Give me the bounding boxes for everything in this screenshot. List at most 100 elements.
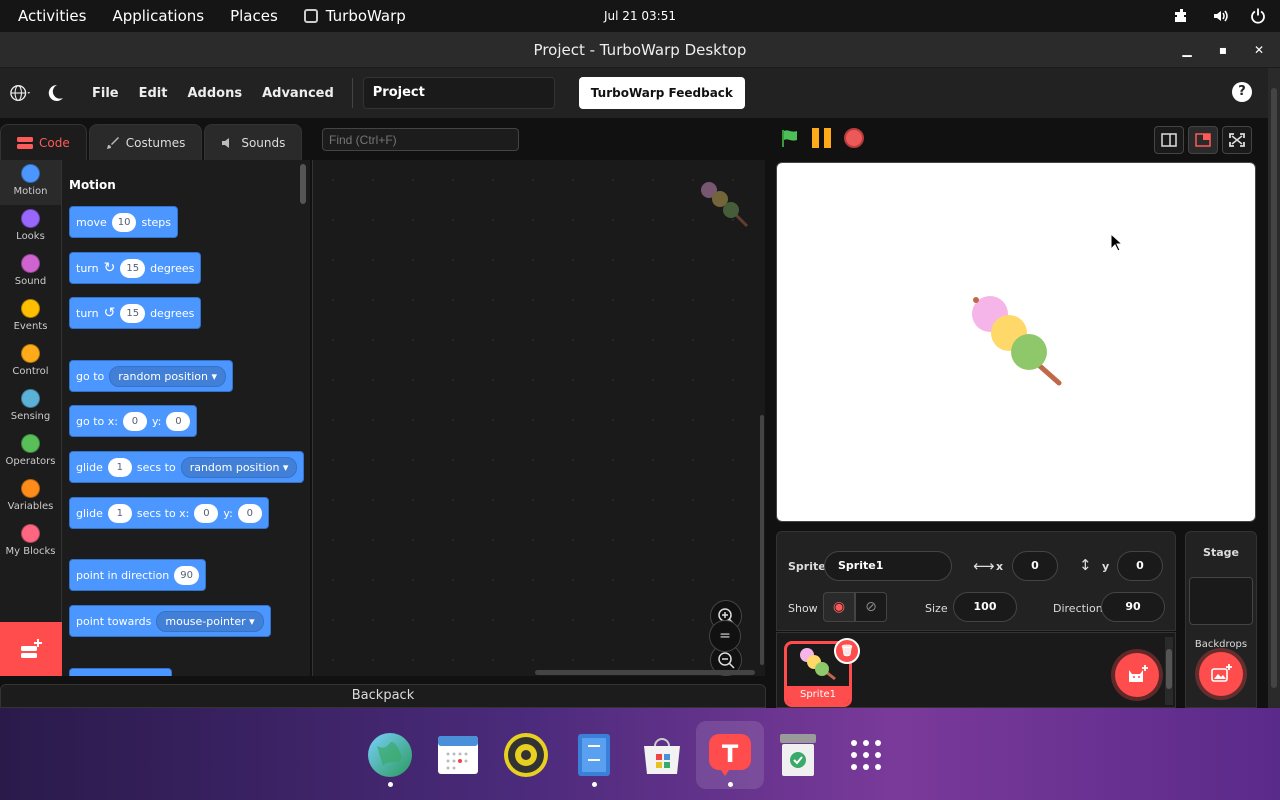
category-my-blocks[interactable]: My Blocks <box>0 520 61 565</box>
y-input[interactable]: 0 <box>166 411 191 431</box>
category-sound[interactable]: Sound <box>0 250 61 295</box>
add-extension-button[interactable] <box>0 622 62 676</box>
direction-input[interactable]: 90 <box>1101 592 1165 622</box>
go-to-block[interactable]: go to random position ▾ <box>69 360 234 392</box>
window-scrollbar[interactable] <box>1268 68 1280 708</box>
fullscreen-icon[interactable] <box>1222 126 1252 154</box>
size-input[interactable]: 100 <box>953 592 1017 622</box>
x-input[interactable]: 0 <box>122 411 147 431</box>
tab-code[interactable]: Code <box>0 124 87 160</box>
dango-sprite[interactable] <box>969 295 1065 391</box>
stage-panel[interactable]: Stage Backdrops <box>1185 531 1257 708</box>
pause-icon[interactable] <box>812 128 832 148</box>
workspace-vertical-scrollbar[interactable] <box>760 415 764 665</box>
small-stage-icon[interactable] <box>1154 126 1184 154</box>
addons-menu[interactable]: Addons <box>177 86 252 101</box>
turn-right-block[interactable]: turn ↻ 15 degrees <box>69 252 202 284</box>
x-input[interactable]: 0 <box>194 503 219 523</box>
activities-button[interactable]: Activities <box>0 0 99 32</box>
category-looks[interactable]: Looks <box>0 205 61 250</box>
x-input[interactable]: 0 <box>1012 551 1058 581</box>
sprite-name-input[interactable]: Sprite1 <box>824 551 952 581</box>
browser-globe-icon <box>368 733 412 777</box>
delete-sprite-icon[interactable]: 🗑 <box>834 638 860 664</box>
category-sensing[interactable]: Sensing <box>0 385 61 430</box>
palette-scrollbar[interactable] <box>300 164 306 204</box>
secs-input[interactable]: 1 <box>107 457 132 477</box>
close-window-button[interactable]: ✕ <box>1252 43 1266 57</box>
dock-music[interactable] <box>492 721 560 789</box>
maximize-button[interactable]: ▪ <box>1216 43 1230 57</box>
show-hidden-icon[interactable]: ⊘ <box>855 592 887 622</box>
category-variables[interactable]: Variables <box>0 475 61 520</box>
towards-dropdown[interactable]: mouse-pointer ▾ <box>156 610 264 632</box>
next-block-partial[interactable] <box>69 668 172 676</box>
help-button[interactable]: ? <box>1232 82 1252 102</box>
glide-dropdown[interactable]: random position ▾ <box>180 456 298 478</box>
degrees-input[interactable]: 15 <box>120 303 146 323</box>
turn-left-block[interactable]: turn ↺ 15 degrees <box>69 297 202 329</box>
dock-files[interactable] <box>560 721 628 789</box>
point-towards-block[interactable]: point towards mouse-pointer ▾ <box>69 605 271 637</box>
show-visible-icon[interactable]: ◉ <box>823 592 855 622</box>
category-operators[interactable]: Operators <box>0 430 61 475</box>
go-to-xy-block[interactable]: go to x: 0 y: 0 <box>69 405 198 437</box>
scrollbar-thumb[interactable] <box>1271 88 1277 688</box>
project-title-input[interactable]: Project <box>362 77 555 109</box>
category-color-dot <box>21 254 40 273</box>
sprite-list-scrollbar[interactable] <box>1165 637 1173 705</box>
stop-icon[interactable] <box>844 128 864 148</box>
backdrops-label: Backdrops <box>1194 639 1248 650</box>
tab-costumes[interactable]: Costumes <box>88 124 203 160</box>
places-menu[interactable]: Places <box>217 0 291 32</box>
file-menu[interactable]: File <box>82 86 129 101</box>
normal-stage-icon[interactable] <box>1188 126 1218 154</box>
window-title: Project - TurboWarp Desktop <box>533 41 747 59</box>
category-events[interactable]: Events <box>0 295 61 340</box>
script-workspace[interactable] <box>312 160 765 676</box>
dock-trash[interactable] <box>764 721 832 789</box>
stage-canvas[interactable] <box>776 162 1256 522</box>
green-flag-icon[interactable] <box>780 128 800 148</box>
zoom-reset-button[interactable]: = <box>709 620 741 652</box>
language-globe-icon[interactable] <box>10 82 32 104</box>
degrees-input[interactable]: 15 <box>120 258 146 278</box>
tab-sounds[interactable]: Sounds <box>204 124 303 160</box>
category-motion[interactable]: Motion <box>0 160 61 205</box>
clock[interactable]: Jul 21 03:51 <box>604 9 676 23</box>
glide-block[interactable]: glide 1 secs to random position ▾ <box>69 451 305 483</box>
direction-input[interactable]: 90 <box>174 565 200 585</box>
secs-input[interactable]: 1 <box>107 503 132 523</box>
minimize-button[interactable]: ▁ <box>1180 43 1194 57</box>
steps-input[interactable]: 10 <box>111 212 137 232</box>
backpack-bar[interactable]: Backpack <box>0 684 766 708</box>
extensions-icon[interactable] <box>1174 8 1190 24</box>
y-input[interactable]: 0 <box>1117 551 1163 581</box>
app-menu[interactable]: TurboWarp <box>291 0 419 32</box>
theme-moon-icon[interactable] <box>48 83 68 103</box>
edit-menu[interactable]: Edit <box>129 86 178 101</box>
dock-software[interactable] <box>628 721 696 789</box>
dock-app-grid[interactable] <box>832 721 900 789</box>
power-icon[interactable] <box>1250 8 1266 24</box>
feedback-button[interactable]: TurboWarp Feedback <box>578 77 745 109</box>
stage-thumbnail[interactable] <box>1189 577 1253 625</box>
applications-menu[interactable]: Applications <box>99 0 217 32</box>
stage-size-buttons <box>1154 126 1252 154</box>
add-sprite-button[interactable] <box>1115 653 1159 697</box>
volume-icon[interactable] <box>1212 8 1228 24</box>
glide-xy-block[interactable]: glide 1 secs to x: 0 y: 0 <box>69 497 269 529</box>
add-backdrop-button[interactable] <box>1199 652 1243 696</box>
dock-calendar[interactable] <box>424 721 492 789</box>
find-input[interactable] <box>322 128 519 151</box>
y-input[interactable]: 0 <box>237 503 262 523</box>
dock-turbowarp[interactable]: T <box>696 721 764 789</box>
tab-code-label: Code <box>39 135 70 150</box>
move-steps-block[interactable]: move 10 steps <box>69 206 178 238</box>
dock-browser[interactable] <box>356 721 424 789</box>
workspace-horizontal-scrollbar[interactable] <box>535 670 755 675</box>
category-control[interactable]: Control <box>0 340 61 385</box>
point-direction-block[interactable]: point in direction 90 <box>69 559 207 591</box>
goto-dropdown[interactable]: random position ▾ <box>109 365 227 387</box>
advanced-menu[interactable]: Advanced <box>252 86 344 101</box>
